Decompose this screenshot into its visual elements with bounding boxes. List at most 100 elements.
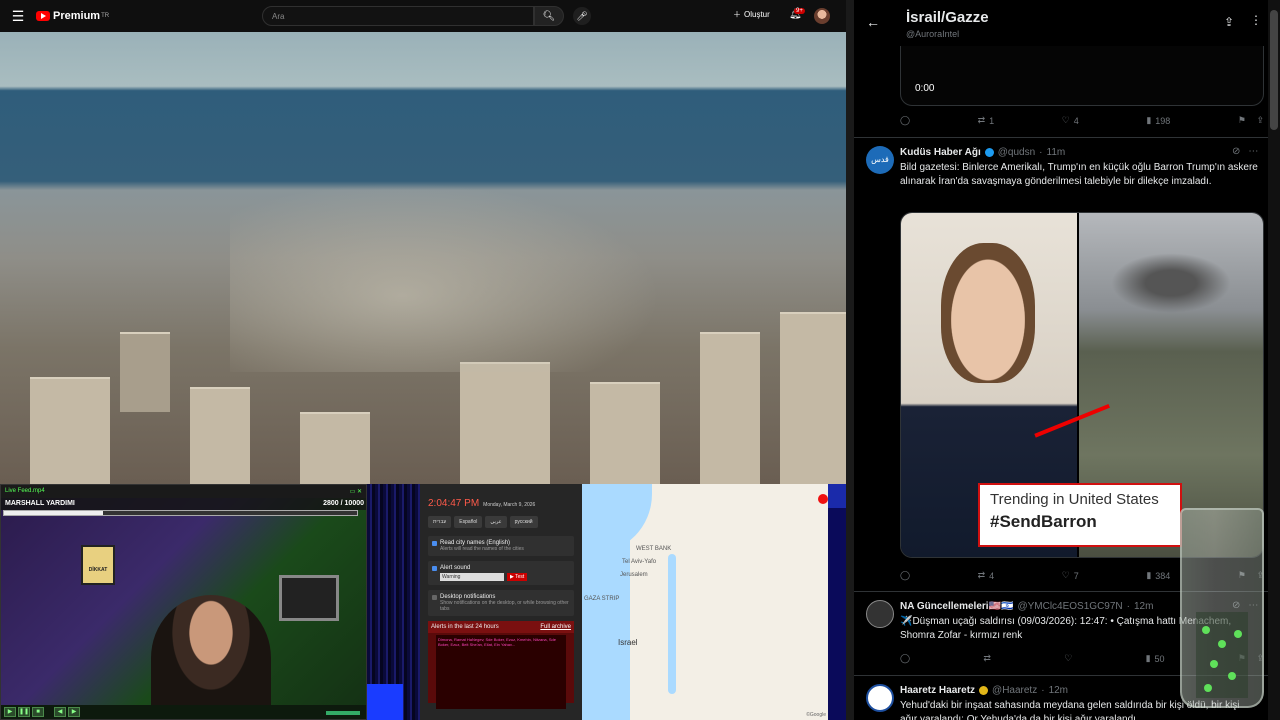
building (700, 332, 760, 484)
views-button[interactable]: ▮ 198 (1146, 115, 1170, 126)
search-button[interactable]: 🔍︎ (534, 6, 564, 26)
like-button[interactable]: ♡ (1064, 653, 1072, 664)
sea-coast (582, 484, 652, 554)
retweet-button[interactable]: ⇄ (983, 653, 991, 664)
more-icon[interactable]: ⋮ (1250, 13, 1262, 27)
next-icon[interactable]: ▶ (68, 707, 80, 717)
list-title: İsrail/Gazze (906, 9, 989, 26)
stop-icon[interactable]: ■ (32, 707, 44, 717)
tweet-handle[interactable]: @YMClc4EOS1GC97N (1017, 601, 1122, 612)
back-arrow-icon[interactable]: ← (866, 14, 880, 30)
search-input[interactable]: Ara (262, 6, 534, 26)
tweet-time[interactable]: 11m (1047, 147, 1066, 158)
share-icon[interactable]: ⇪ (1224, 15, 1234, 29)
retweet-icon: ⇄ (977, 115, 986, 125)
bookmark-button[interactable]: ⚑ ⇪ (1238, 115, 1264, 126)
menu-icon[interactable]: ☰ (0, 8, 36, 25)
account-avatar[interactable] (814, 8, 830, 24)
tweet-avatar[interactable] (866, 684, 894, 712)
retweet-button[interactable]: ⇄ 1 (978, 115, 995, 126)
building (120, 332, 170, 412)
share-icon[interactable]: ⇪ (1256, 115, 1264, 126)
youtube-country-code: TR (101, 13, 110, 19)
map-label-gaza-strip: GAZA STRIP (584, 596, 620, 602)
retro-tv (279, 575, 339, 621)
lang-arabic[interactable]: عربي (485, 516, 507, 528)
red-alert-panel: 2:04:47 PM Monday, March 9, 2026 עברית E… (420, 484, 582, 720)
like-button[interactable]: ♡ 7 (1062, 570, 1079, 581)
previous-icon[interactable]: ◀ (54, 707, 66, 717)
option-read-city-names: Read city names (English) Alerts will re… (428, 536, 574, 556)
goal-progress-fill (4, 511, 103, 515)
read-city-names-checkbox[interactable] (432, 540, 437, 546)
building (190, 387, 250, 484)
map-marker[interactable] (818, 494, 828, 504)
full-archive-link[interactable]: Full archive (540, 624, 571, 630)
reply-button[interactable]: ◯ (900, 570, 910, 581)
view-count: 50 (1154, 653, 1165, 664)
lang-spanish[interactable]: Español (454, 516, 483, 528)
microphone-icon[interactable]: 🎤︎ (573, 7, 591, 25)
alert-sound-checkbox[interactable] (432, 565, 437, 571)
tweet-author[interactable]: NA Güncellemeleri🇺🇸🇮🇱 (900, 601, 1013, 612)
clover-icon (1204, 684, 1212, 692)
alert-map[interactable]: Tel Aviv-Yafo WEST BANK Jerusalem GAZA S… (582, 484, 828, 720)
create-label: Oluştur (744, 10, 770, 19)
like-button[interactable]: ♡ 4 (1062, 115, 1079, 126)
clover-icon (1210, 660, 1218, 668)
volume-slider[interactable] (326, 711, 360, 715)
tweet-author[interactable]: Haaretz Haaretz (900, 685, 975, 696)
views-icon: ▮ (1146, 115, 1152, 125)
trending-box: Trending in United States #SendBarron (978, 483, 1182, 547)
tweet-handle[interactable]: @qudsn (998, 147, 1035, 158)
sound-select[interactable]: Warning (440, 573, 504, 581)
grok-icon[interactable]: ⊘ (1232, 146, 1240, 157)
tweet-time[interactable]: 12m (1134, 601, 1153, 612)
tweet-handle[interactable]: @Haaretz (992, 685, 1037, 696)
webcam-overlay: Live Feed.mp4 ▭ ✕ MARSHALL YARDIMI 2800 … (0, 484, 367, 720)
tweet-menu: ⊘ ⋯ (1232, 146, 1258, 157)
tweet-time[interactable]: 12m (1049, 685, 1068, 696)
reply-button[interactable]: ◯ (900, 653, 910, 664)
tweet-avatar[interactable] (866, 600, 894, 628)
test-sound-button[interactable]: ▶ Test (507, 573, 528, 581)
dead-sea (668, 554, 676, 694)
alerts-list: Alerts in the last 24 hours Full archive… (428, 621, 574, 709)
play-icon[interactable]: ▶ (4, 707, 16, 717)
create-button[interactable]: ＋ Oluştur (733, 9, 770, 20)
alerts-list-title: Alerts in the last 24 hours (431, 624, 499, 630)
window-controls-icon[interactable]: ▭ ✕ (350, 488, 362, 495)
tweet-image[interactable]: Trending in United States #SendBarron (900, 212, 1264, 558)
retweet-button[interactable]: ⇄ 4 (978, 570, 995, 581)
warning-poster: DİKKAT (81, 545, 115, 585)
scrollbar-thumb[interactable] (1270, 10, 1278, 130)
views-button[interactable]: ▮ 50 (1146, 653, 1165, 664)
tweet-avatar[interactable]: قدس (866, 146, 894, 174)
pause-icon[interactable]: ❚❚ (18, 707, 30, 717)
desktop-notifications-checkbox[interactable] (432, 594, 437, 600)
retweet-count: 4 (989, 570, 995, 581)
tweet-author[interactable]: Kudüs Haber Ağı (900, 147, 981, 158)
trending-hashtag: #SendBarron (990, 512, 1097, 531)
lang-russian[interactable]: русский (509, 516, 538, 528)
alert-clock: 2:04:47 PM Monday, March 9, 2026 (420, 484, 582, 513)
verified-badge-icon (979, 686, 989, 695)
tweet-video[interactable]: 0:00 (900, 46, 1264, 106)
reply-button[interactable]: ◯ (900, 115, 910, 126)
youtube-logo[interactable]: Premium TR (36, 10, 109, 22)
tweet-text: Bild gazetesi: Binlerce Amerikalı, Trump… (900, 162, 1258, 187)
building (590, 382, 660, 484)
more-icon[interactable]: ⋯ (1248, 146, 1258, 157)
video-player[interactable] (0, 32, 846, 484)
list-owner-handle[interactable]: @AuroraIntel (906, 29, 959, 39)
views-button[interactable]: ▮ 384 (1146, 570, 1170, 581)
goal-current: 2800 (323, 500, 339, 507)
like-count: 4 (1073, 115, 1079, 126)
lang-hebrew[interactable]: עברית (428, 516, 452, 528)
cam-window-titlebar: Live Feed.mp4 ▭ ✕ (1, 485, 366, 498)
clover-icon (1218, 640, 1226, 648)
option-desktop-notifications: Desktop notifications Show notifications… (428, 590, 574, 616)
views-icon: ▮ (1146, 570, 1152, 580)
building (780, 312, 846, 484)
alert-date: Monday, March 9, 2026 (483, 502, 536, 508)
